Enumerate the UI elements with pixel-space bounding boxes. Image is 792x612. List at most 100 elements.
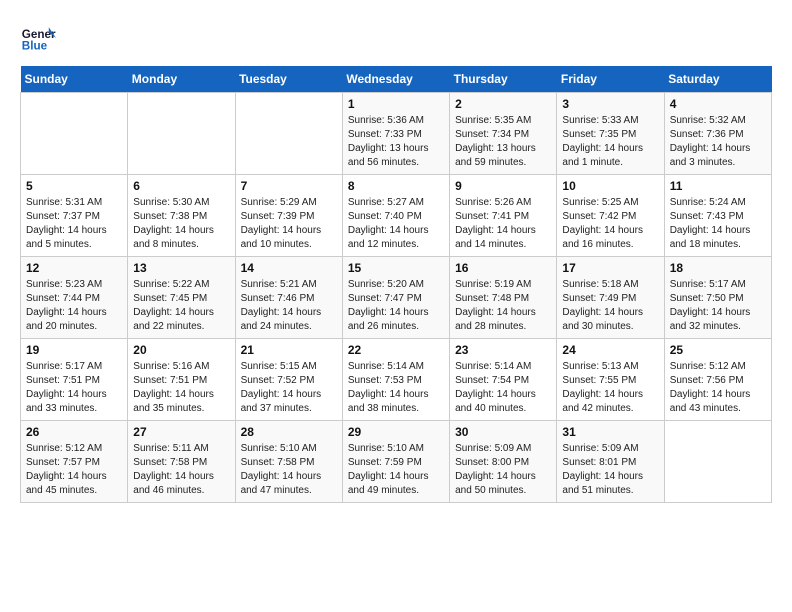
calendar-cell: 11 Sunrise: 5:24 AMSunset: 7:43 PMDayligh… bbox=[664, 175, 771, 257]
day-info-line: Sunrise: 5:15 AM bbox=[241, 360, 337, 374]
day-info-line: Daylight: 14 hours and 43 minutes. bbox=[670, 388, 766, 416]
day-info-line: Sunset: 8:01 PM bbox=[562, 456, 658, 470]
day-number: 21 bbox=[241, 343, 337, 357]
day-info-line: Sunset: 7:44 PM bbox=[26, 292, 122, 306]
day-info-line: Sunrise: 5:16 AM bbox=[133, 360, 229, 374]
day-info-line: Sunset: 7:43 PM bbox=[670, 210, 766, 224]
day-info-line: Sunrise: 5:36 AM bbox=[348, 114, 444, 128]
day-info-line: Sunset: 7:47 PM bbox=[348, 292, 444, 306]
day-info-line: Sunrise: 5:33 AM bbox=[562, 114, 658, 128]
weekday-header-wednesday: Wednesday bbox=[342, 66, 449, 93]
day-info-line: Daylight: 14 hours and 37 minutes. bbox=[241, 388, 337, 416]
day-info-line: Daylight: 13 hours and 56 minutes. bbox=[348, 142, 444, 170]
calendar-cell bbox=[21, 93, 128, 175]
calendar-cell bbox=[664, 421, 771, 503]
day-info-line: Sunrise: 5:22 AM bbox=[133, 278, 229, 292]
day-info-line: Daylight: 14 hours and 38 minutes. bbox=[348, 388, 444, 416]
logo: General Blue bbox=[20, 20, 60, 56]
day-info-line: Daylight: 14 hours and 32 minutes. bbox=[670, 306, 766, 334]
day-info-line: Sunset: 7:48 PM bbox=[455, 292, 551, 306]
calendar-cell: 1Sunrise: 5:36 AMSunset: 7:33 PMDaylight… bbox=[342, 93, 449, 175]
day-info-line: Sunrise: 5:14 AM bbox=[455, 360, 551, 374]
weekday-header-monday: Monday bbox=[128, 66, 235, 93]
day-number: 8 bbox=[348, 179, 444, 193]
day-info-line: Daylight: 14 hours and 40 minutes. bbox=[455, 388, 551, 416]
day-info-line: Daylight: 14 hours and 28 minutes. bbox=[455, 306, 551, 334]
calendar-cell bbox=[235, 93, 342, 175]
day-info-line: Sunrise: 5:24 AM bbox=[670, 196, 766, 210]
calendar-cell: 8Sunrise: 5:27 AMSunset: 7:40 PMDaylight… bbox=[342, 175, 449, 257]
calendar-cell: 25Sunrise: 5:12 AMSunset: 7:56 PMDayligh… bbox=[664, 339, 771, 421]
day-info-line: Sunrise: 5:29 AM bbox=[241, 196, 337, 210]
calendar-table: SundayMondayTuesdayWednesdayThursdayFrid… bbox=[20, 66, 772, 503]
day-number: 24 bbox=[562, 343, 658, 357]
weekday-header-tuesday: Tuesday bbox=[235, 66, 342, 93]
day-number: 4 bbox=[670, 97, 766, 111]
day-info-line: Daylight: 14 hours and 45 minutes. bbox=[26, 470, 122, 498]
week-row-4: 19Sunrise: 5:17 AMSunset: 7:51 PMDayligh… bbox=[21, 339, 772, 421]
day-number: 17 bbox=[562, 261, 658, 275]
day-info-line: Daylight: 14 hours and 50 minutes. bbox=[455, 470, 551, 498]
day-info-line: Sunset: 8:00 PM bbox=[455, 456, 551, 470]
calendar-cell: 3Sunrise: 5:33 AMSunset: 7:35 PMDaylight… bbox=[557, 93, 664, 175]
day-info-line: Sunset: 7:46 PM bbox=[241, 292, 337, 306]
day-info-line: Daylight: 14 hours and 18 minutes. bbox=[670, 224, 766, 252]
day-number: 10 bbox=[562, 179, 658, 193]
day-info-line: Sunrise: 5:30 AM bbox=[133, 196, 229, 210]
day-info-line: Sunset: 7:51 PM bbox=[133, 374, 229, 388]
day-info-line: Daylight: 14 hours and 10 minutes. bbox=[241, 224, 337, 252]
day-info-line: Sunset: 7:57 PM bbox=[26, 456, 122, 470]
day-number: 1 bbox=[348, 97, 444, 111]
calendar-cell: 14Sunrise: 5:21 AMSunset: 7:46 PMDayligh… bbox=[235, 257, 342, 339]
day-info-line: Sunset: 7:56 PM bbox=[670, 374, 766, 388]
day-info-line: Daylight: 14 hours and 22 minutes. bbox=[133, 306, 229, 334]
day-info-line: Sunrise: 5:12 AM bbox=[670, 360, 766, 374]
calendar-cell: 20Sunrise: 5:16 AMSunset: 7:51 PMDayligh… bbox=[128, 339, 235, 421]
day-number: 31 bbox=[562, 425, 658, 439]
day-number: 2 bbox=[455, 97, 551, 111]
day-number: 12 bbox=[26, 261, 122, 275]
calendar-cell: 2Sunrise: 5:35 AMSunset: 7:34 PMDaylight… bbox=[450, 93, 557, 175]
day-info-line: Daylight: 14 hours and 51 minutes. bbox=[562, 470, 658, 498]
day-info-line: Daylight: 14 hours and 33 minutes. bbox=[26, 388, 122, 416]
day-info-line: Daylight: 14 hours and 1 minute. bbox=[562, 142, 658, 170]
day-info-line: Daylight: 14 hours and 30 minutes. bbox=[562, 306, 658, 334]
week-row-3: 12 Sunrise: 5:23 AMSunset: 7:44 PM Dayligh… bbox=[21, 257, 772, 339]
day-info-line: Sunrise: 5:17 AM bbox=[670, 278, 766, 292]
day-info-line: Sunrise: 5:14 AM bbox=[348, 360, 444, 374]
day-number: 3 bbox=[562, 97, 658, 111]
day-info-line: Daylight: 14 hours and 12 minutes. bbox=[348, 224, 444, 252]
day-number: 27 bbox=[133, 425, 229, 439]
day-info-line: Daylight: 14 hours and 42 minutes. bbox=[562, 388, 658, 416]
day-info-line: Sunrise: 5:35 AM bbox=[455, 114, 551, 128]
day-info-line: Sunrise: 5:09 AM bbox=[562, 442, 658, 456]
calendar-cell: 10Sunrise: 5:25 AMSunset: 7:42 PMDayligh… bbox=[557, 175, 664, 257]
day-info-line: Sunset: 7:51 PM bbox=[26, 374, 122, 388]
day-info-line: Sunset: 7:36 PM bbox=[670, 128, 766, 142]
day-info-line: Sunset: 7:39 PM bbox=[241, 210, 337, 224]
day-info-line: Daylight: 14 hours and 26 minutes. bbox=[348, 306, 444, 334]
week-row-1: 1Sunrise: 5:36 AMSunset: 7:33 PMDaylight… bbox=[21, 93, 772, 175]
day-info-line: Sunrise: 5:23 AM bbox=[26, 278, 122, 292]
calendar-cell: 16Sunrise: 5:19 AMSunset: 7:48 PMDayligh… bbox=[450, 257, 557, 339]
calendar-cell: 18Sunrise: 5:17 AMSunset: 7:50 PMDayligh… bbox=[664, 257, 771, 339]
calendar-cell: 5Sunrise: 5:31 AMSunset: 7:37 PMDaylight… bbox=[21, 175, 128, 257]
day-info-line: Daylight: 14 hours and 5 minutes. bbox=[26, 224, 122, 252]
calendar-cell: 19Sunrise: 5:17 AMSunset: 7:51 PMDayligh… bbox=[21, 339, 128, 421]
day-number: 11 bbox=[670, 179, 766, 193]
day-info-line: Daylight: 14 hours and 35 minutes. bbox=[133, 388, 229, 416]
day-info-line: Daylight: 14 hours and 46 minutes. bbox=[133, 470, 229, 498]
day-number: 19 bbox=[26, 343, 122, 357]
day-info-line: Sunrise: 5:31 AM bbox=[26, 196, 122, 210]
calendar-cell: 28Sunrise: 5:10 AMSunset: 7:58 PMDayligh… bbox=[235, 421, 342, 503]
day-info-line: Sunrise: 5:12 AM bbox=[26, 442, 122, 456]
day-number: 22 bbox=[348, 343, 444, 357]
day-info-line: Sunset: 7:50 PM bbox=[670, 292, 766, 306]
calendar-cell: 12Sunrise: 5:23 AMSunset: 7:44 PMDayligh… bbox=[21, 257, 128, 339]
day-info-line: Daylight: 13 hours and 59 minutes. bbox=[455, 142, 551, 170]
day-info-line: Sunrise: 5:20 AM bbox=[348, 278, 444, 292]
calendar-cell: 15Sunrise: 5:20 AMSunset: 7:47 PMDayligh… bbox=[342, 257, 449, 339]
day-info-line: Daylight: 14 hours and 8 minutes. bbox=[133, 224, 229, 252]
day-number: 14 bbox=[241, 261, 337, 275]
day-info-line: Daylight: 14 hours and 14 minutes. bbox=[455, 224, 551, 252]
